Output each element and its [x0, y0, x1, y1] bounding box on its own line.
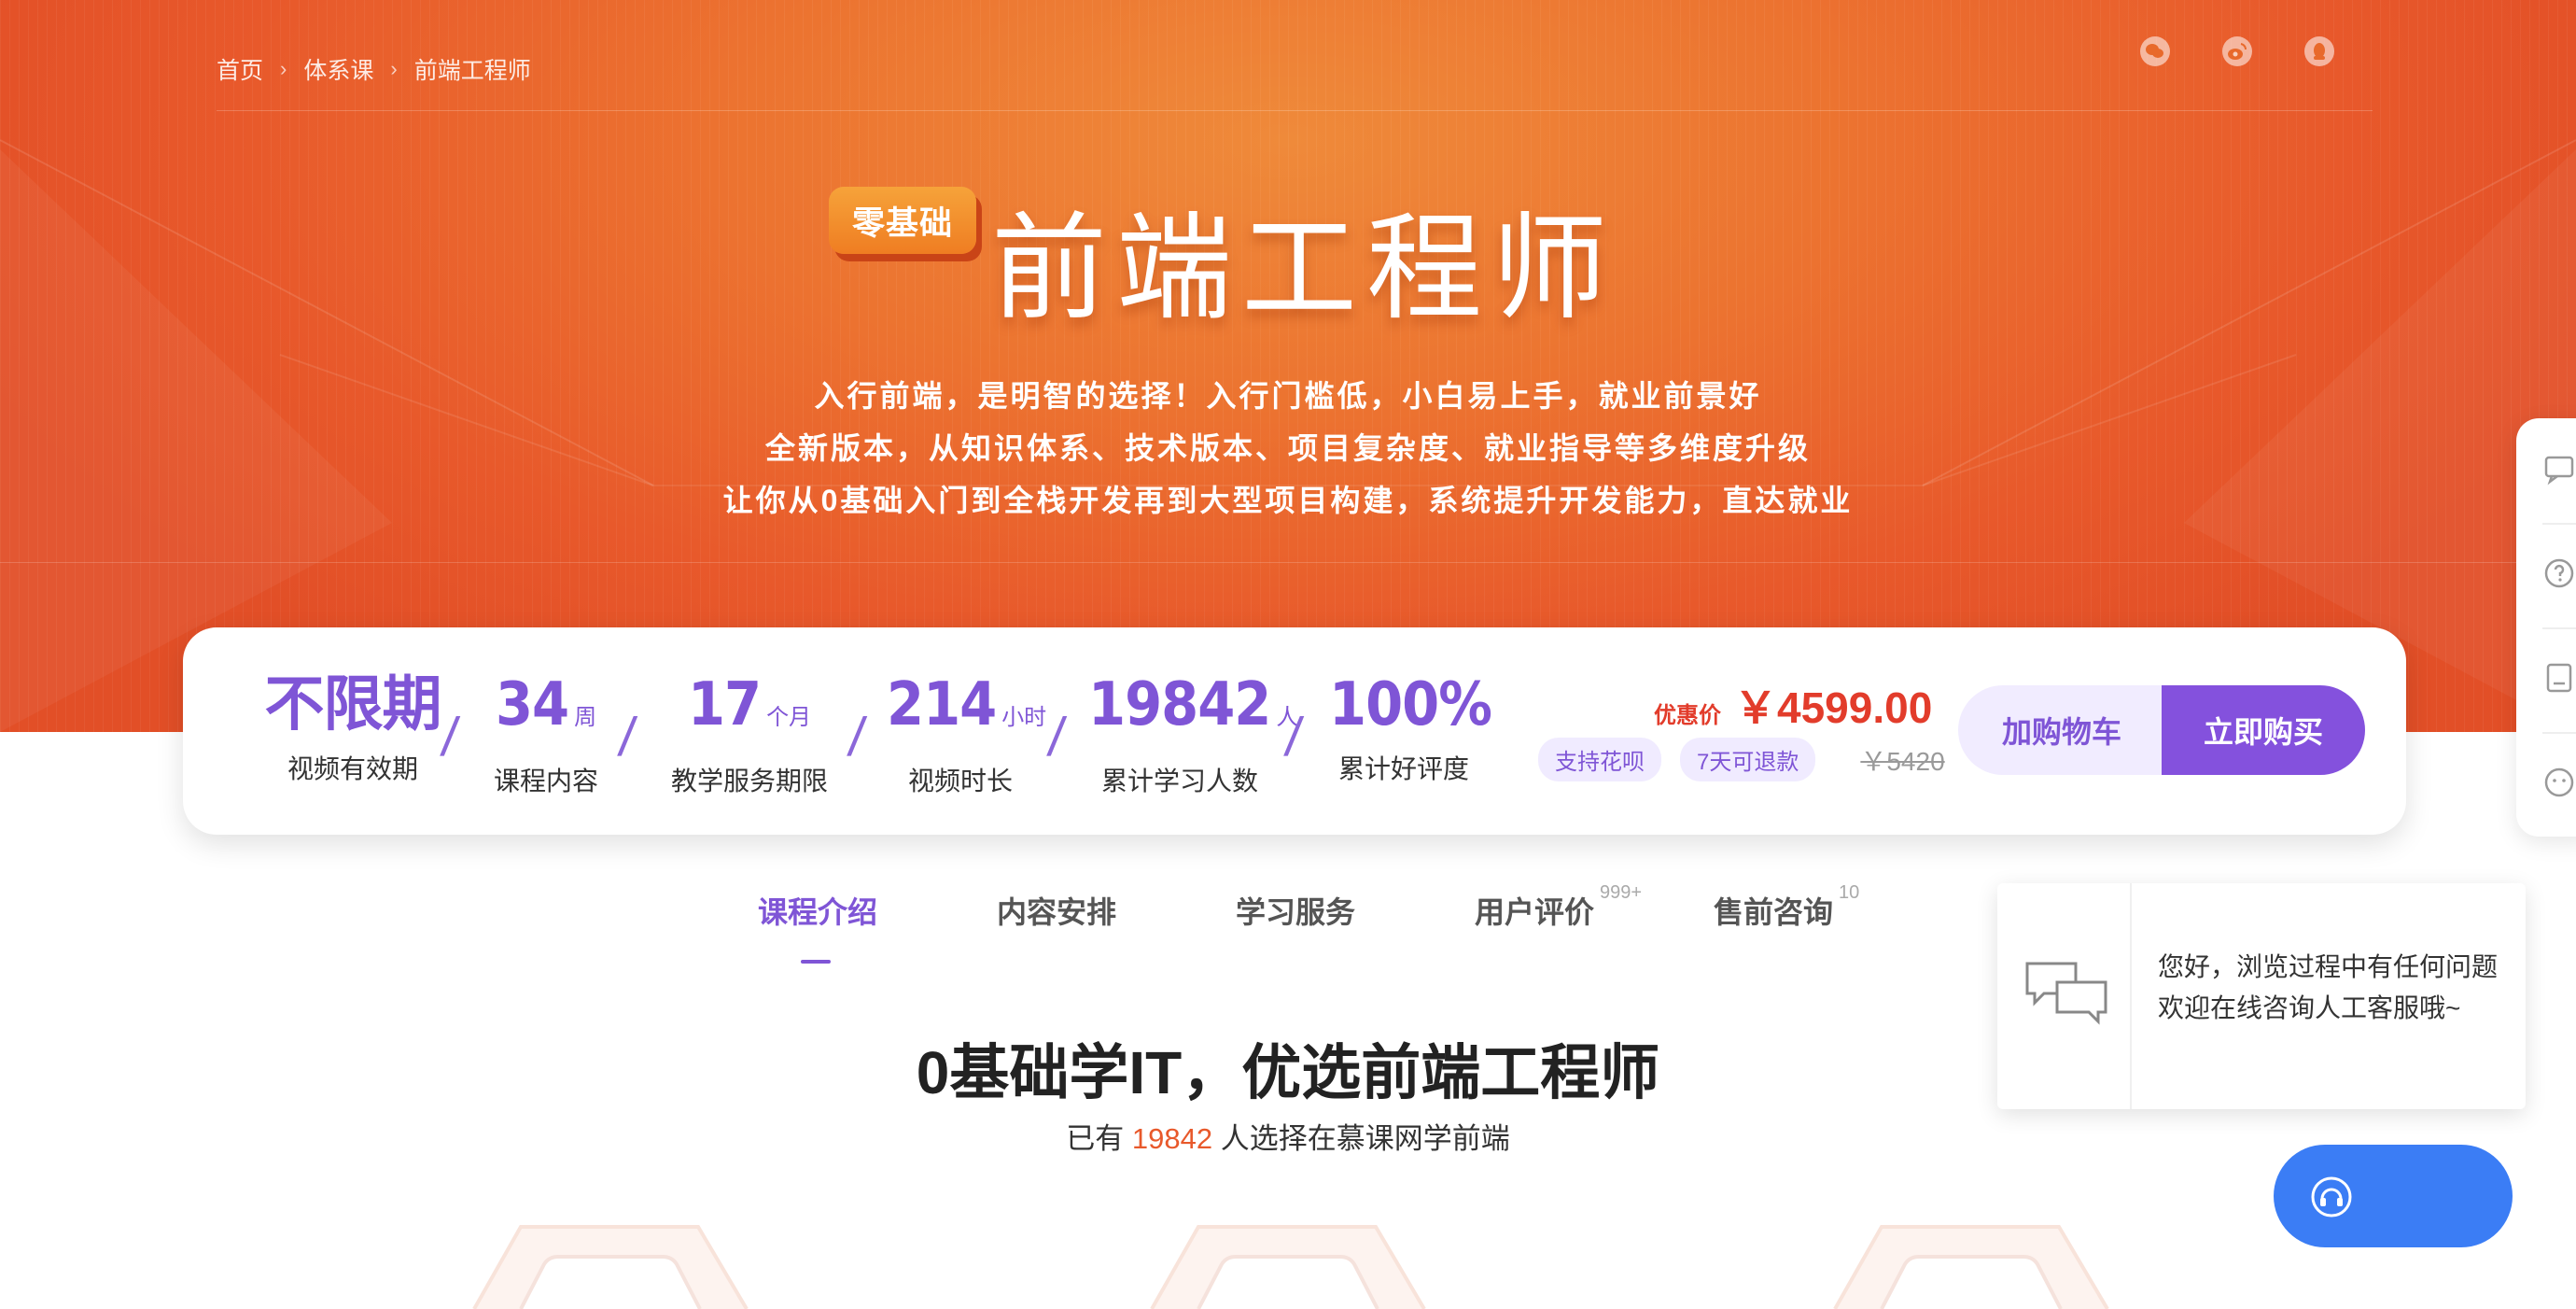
- breadcrumb-separator: ›: [280, 57, 287, 80]
- feedback-icon[interactable]: [2542, 766, 2576, 799]
- stat-label: 累计学习人数: [1100, 767, 1258, 795]
- message-icon[interactable]: [2542, 452, 2576, 486]
- stat-label: 视频有效期: [287, 754, 418, 783]
- customer-support-button[interactable]: [2274, 1145, 2513, 1247]
- consult-count-badge: 10: [1839, 882, 1860, 904]
- stat-service-period: 17 个月 教学服务期限: [663, 672, 836, 798]
- wechat-icon[interactable]: [2139, 35, 2171, 67]
- right-side-toolbar: [2516, 418, 2576, 837]
- chat-divider: [2130, 883, 2132, 1109]
- tab-label: 用户评价: [1475, 895, 1595, 929]
- stat-rating: 100% 累计好评度: [1329, 670, 1492, 786]
- stat-video-duration: 214 小时 视频时长: [887, 670, 1046, 798]
- stat-label: 视频时长: [907, 767, 1013, 795]
- subtitle-suffix: 人选择在慕课网学前端: [1220, 1122, 1510, 1155]
- tab-label: 内容安排: [997, 895, 1117, 929]
- tab-presale-consult[interactable]: 售前咨询10: [1714, 882, 1859, 932]
- add-to-cart-button[interactable]: 加购物车: [1958, 685, 2165, 775]
- help-icon[interactable]: [2542, 556, 2576, 590]
- stat-value: 214: [887, 670, 997, 739]
- breadcrumb-category-link[interactable]: 体系课: [303, 52, 373, 86]
- weibo-icon[interactable]: [2221, 35, 2253, 67]
- course-title: 前端工程师: [991, 204, 1617, 333]
- stat-value: 34: [495, 670, 569, 739]
- header-divider: [217, 110, 2373, 111]
- stat-label: 课程内容: [493, 767, 598, 795]
- notes-icon[interactable]: [2542, 661, 2576, 695]
- course-stats-card: 不限期 视频有效期 / 34 周 课程内容 / 17 个月 教学服务期限 / 214…: [183, 627, 2406, 835]
- buy-now-button[interactable]: 立即购买: [2162, 685, 2365, 775]
- qq-icon[interactable]: [2303, 35, 2335, 67]
- stat-value: 100%: [1329, 670, 1492, 739]
- stat-value: 不限期: [264, 670, 442, 739]
- discount-price: ￥4599.00: [1734, 683, 1933, 732]
- stat-value: 17: [687, 670, 762, 739]
- feature-card-decoration: [472, 1225, 749, 1309]
- breadcrumb: 首页 › 体系课 › 前端工程师: [217, 52, 531, 86]
- stat-value: 19842: [1088, 670, 1271, 739]
- zero-basis-badge: 零基础: [829, 187, 976, 254]
- huabei-tag: 支持花呗: [1538, 738, 1661, 781]
- breadcrumb-home-link[interactable]: 首页: [217, 52, 263, 86]
- stat-unit: 个月: [766, 704, 812, 730]
- tab-learning-service[interactable]: 学习服务: [1236, 889, 1355, 932]
- hero-divider: [0, 562, 2576, 563]
- description-line: 让你从0基础入门到全栈开发再到大型项目构建，系统提升开发能力，直达就业: [722, 484, 1854, 517]
- tab-label: 学习服务: [1236, 895, 1356, 929]
- tab-label: 课程介绍: [758, 895, 878, 929]
- reviews-count-badge: 999+: [1600, 882, 1643, 904]
- original-price: ￥5420: [1860, 746, 1945, 776]
- refund-tag: 7天可退款: [1680, 738, 1816, 781]
- stat-unit: 周: [574, 704, 597, 730]
- feature-card-decoration: [1833, 1225, 2109, 1309]
- stat-separator: /: [615, 707, 639, 767]
- feature-card-decoration: [1150, 1225, 1426, 1309]
- breadcrumb-current: 前端工程师: [413, 58, 531, 84]
- tab-label: 售前咨询: [1714, 895, 1834, 929]
- stat-label: 累计好评度: [1337, 754, 1469, 783]
- online-consult-popup[interactable]: 您好，浏览过程中有任何问题欢迎在线咨询人工客服哦~: [1997, 883, 2526, 1109]
- hero-banner: 首页 › 体系课 › 前端工程师 零基础 前端工程师 入行前端，是明智的选择！入…: [0, 0, 2576, 732]
- chat-bubbles-icon: [2022, 956, 2111, 1031]
- price-row: 优惠价 ￥4599.00: [1654, 674, 1932, 736]
- breadcrumb-separator: ›: [390, 57, 398, 80]
- stat-learners: 19842 人 累计学习人数: [1088, 670, 1298, 798]
- toolbar-divider: [2542, 523, 2576, 525]
- social-share-icons: [2139, 35, 2335, 67]
- tab-content-schedule[interactable]: 内容安排: [997, 889, 1116, 932]
- stat-unit: 小时: [1001, 704, 1047, 730]
- learner-count: 19842: [1131, 1122, 1213, 1155]
- active-tab-indicator: [801, 960, 831, 964]
- chat-message: 您好，浏览过程中有任何问题欢迎在线咨询人工客服哦~: [2158, 952, 2499, 1022]
- headset-icon: [2311, 1176, 2352, 1218]
- toolbar-divider: [2542, 627, 2576, 629]
- stat-separator: /: [1044, 707, 1069, 767]
- description-line: 全新版本，从知识体系、技术版本、项目复杂度、就业指导等多维度升级: [764, 431, 1811, 465]
- stat-validity: 不限期 视频有效期: [259, 672, 446, 786]
- stat-course-content: 34 周 课程内容: [476, 672, 616, 798]
- stat-label: 教学服务期限: [670, 767, 828, 795]
- toolbar-divider: [2542, 732, 2576, 734]
- discount-label: 优惠价: [1654, 703, 1721, 728]
- price-tags: 支持花呗 7天可退款 ￥5420: [1538, 738, 1945, 781]
- tab-course-intro[interactable]: 课程介绍: [758, 889, 877, 932]
- course-description: 入行前端，是明智的选择！入行门槛低，小白易上手，就业前景好 全新版本，从知识体系…: [0, 370, 2576, 527]
- section-subtitle: 已有 19842 人选择在慕课网学前端: [0, 1115, 2576, 1157]
- stat-separator: /: [845, 707, 869, 767]
- description-line: 入行前端，是明智的选择！入行门槛低，小白易上手，就业前景好: [814, 379, 1762, 413]
- tab-user-reviews[interactable]: 用户评价999+: [1475, 882, 1642, 932]
- subtitle-prefix: 已有: [1066, 1122, 1125, 1155]
